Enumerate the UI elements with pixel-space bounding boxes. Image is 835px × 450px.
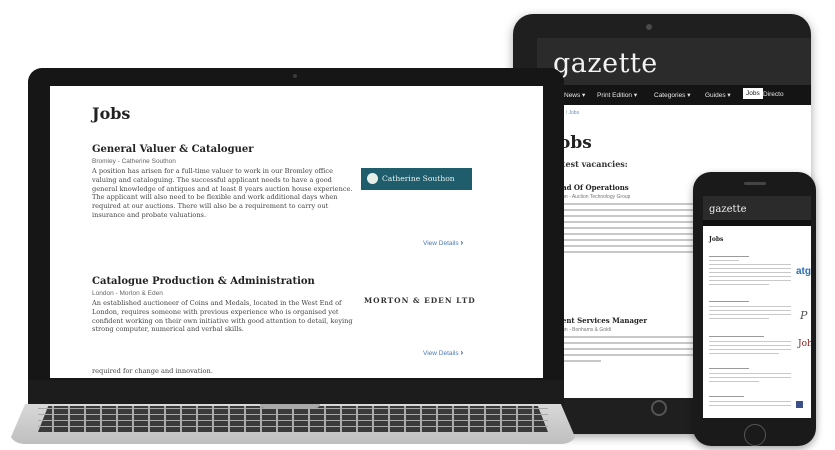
view-details-link[interactable]: View Details › xyxy=(423,348,463,357)
job-meta: Bromley - Catherine Southon xyxy=(92,158,176,165)
page-title: Jobs xyxy=(92,104,131,123)
view-details-label: View Details xyxy=(423,240,459,247)
site-header: gazette xyxy=(537,38,811,85)
job-description-line xyxy=(709,401,791,402)
job-description: A position has arisen for a full-time va… xyxy=(92,167,353,219)
nav-item-news[interactable]: News ▾ xyxy=(564,91,585,99)
company-logo[interactable]: John xyxy=(798,339,811,349)
site-logo[interactable]: gazette xyxy=(553,50,658,77)
tablet-home-button[interactable] xyxy=(651,400,667,416)
site-header: gazette xyxy=(703,196,811,220)
job-meta: London - Morton & Eden xyxy=(92,290,163,297)
catherine-southon-logo[interactable]: Catherine Southon xyxy=(361,168,472,190)
job-description-line xyxy=(709,314,791,315)
job-description-line xyxy=(709,284,769,285)
company-logo-icon xyxy=(796,401,803,408)
phone-speaker xyxy=(744,182,766,185)
laptop-camera xyxy=(293,74,297,78)
job-title[interactable]: Catalogue Production & Administration xyxy=(92,276,315,287)
phone-screen: gazette Jobs atg P John xyxy=(703,196,811,418)
job-description-line xyxy=(709,264,791,265)
nav-item-guides[interactable]: Guides ▾ xyxy=(705,91,731,99)
job-title-line[interactable] xyxy=(709,368,749,369)
job-title-line[interactable] xyxy=(709,256,749,257)
job-description-line xyxy=(709,280,791,281)
chevron-right-icon: › xyxy=(460,348,464,357)
job-description-line xyxy=(709,381,759,382)
keyboard-rows xyxy=(38,406,548,432)
job-description: An established auctioneer of Coins and M… xyxy=(92,299,353,334)
flower-icon xyxy=(367,173,378,184)
job-description-line xyxy=(709,276,791,277)
job-description-line xyxy=(709,306,791,307)
nav-item-print-edition[interactable]: Print Edition ▾ xyxy=(597,91,637,99)
company-logo[interactable]: P xyxy=(800,309,807,322)
phone-home-button[interactable] xyxy=(744,424,766,446)
view-details-link[interactable]: View Details › xyxy=(423,238,463,247)
job-title[interactable]: General Valuer & Cataloguer xyxy=(92,144,253,155)
job-description-line xyxy=(709,349,791,350)
main-nav[interactable] xyxy=(703,220,811,226)
site-logo[interactable]: gazette xyxy=(709,204,747,215)
job-description-line xyxy=(709,268,791,269)
logo-text: Catherine Southon xyxy=(382,174,455,183)
job-description-line xyxy=(709,353,779,354)
job-description: required for change and innovation. xyxy=(92,367,213,375)
tablet-camera xyxy=(646,24,652,30)
nav-item-jobs[interactable]: Jobs xyxy=(743,88,763,99)
morton-eden-logo[interactable]: MORTON & EDEN LTD xyxy=(364,296,476,305)
job-description-line xyxy=(709,345,791,346)
job-meta-line xyxy=(709,260,739,261)
laptop-screen: Jobs General Valuer & Cataloguer Bromley… xyxy=(50,86,543,378)
job-description-line xyxy=(709,377,791,378)
nav-item-directory[interactable]: Directo xyxy=(763,91,784,98)
job-title-line[interactable] xyxy=(709,301,749,302)
page-title: Jobs xyxy=(709,236,724,243)
job-description-line xyxy=(709,405,791,406)
main-nav: ⌂ News ▾ Print Edition ▾ Categories ▾ Gu… xyxy=(537,85,811,105)
job-title[interactable]: Client Services Manager xyxy=(551,316,647,325)
job-description-line xyxy=(709,373,791,374)
job-description-line xyxy=(709,310,791,311)
lid-notch xyxy=(260,404,320,408)
job-description-line xyxy=(709,272,791,273)
view-details-label: View Details xyxy=(423,350,459,357)
job-title-line[interactable] xyxy=(709,396,744,397)
nav-item-categories[interactable]: Categories ▾ xyxy=(654,91,691,99)
atg-logo[interactable]: atg xyxy=(796,266,811,277)
job-title-line[interactable] xyxy=(709,336,764,337)
job-description-line xyxy=(709,341,791,342)
job-description-line xyxy=(709,318,769,319)
chevron-right-icon: › xyxy=(460,238,464,247)
